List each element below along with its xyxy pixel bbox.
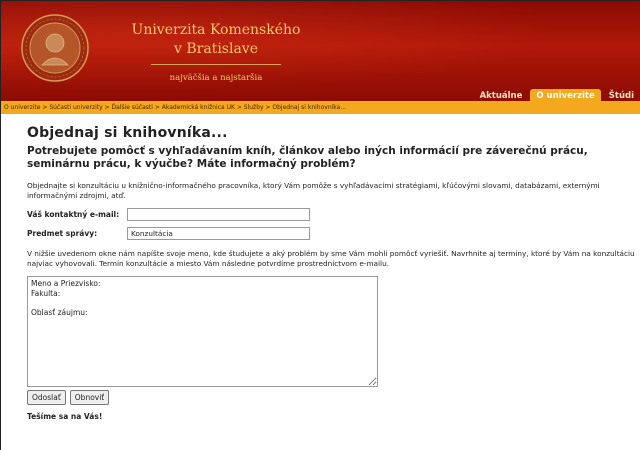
main-nav-tabs: Aktuálne O univerzite Štúdi [472,89,640,101]
main-content: Objednaj si knihovníka... Potrebujete po… [1,125,640,421]
university-name-line2: v Bratislave [174,41,258,57]
site-header: Univerzita Komenského v Bratislave najvä… [1,1,640,101]
intro-text: Objednajte si konzultáciu u knižnično-in… [27,181,600,200]
university-subtitle: najväčšia a najstaršia [169,73,263,83]
tab-studium[interactable]: Štúdi [603,89,640,101]
tab-aktualne[interactable]: Aktuálne [474,89,529,101]
form-buttons: Odoslať Obnoviť [27,390,640,405]
email-label: Váš kontaktný e-mail: [27,210,120,219]
page-title: Objednaj si knihovníka... [27,125,228,141]
instructions-text: V nižšie uvedenom okne nám napíšte svoje… [27,249,635,268]
email-field[interactable] [127,208,310,221]
university-name-line1: Univerzita Komenského [131,22,301,38]
email-row: Váš kontaktný e-mail: [27,208,640,221]
university-name[interactable]: Univerzita Komenského v Bratislave [131,21,301,59]
reset-button[interactable]: Obnoviť [69,390,110,405]
message-textarea[interactable]: Meno a Priezvisko: Fakulta: Oblasť záujm… [27,276,378,387]
browser-page: Univerzita Komenského v Bratislave najvä… [0,0,640,450]
subject-field[interactable] [127,227,310,240]
tab-o-univerzite[interactable]: O univerzite [530,89,601,101]
lead-question: Potrebujete pomôcť s vyhľadávaním kníh, … [27,145,588,170]
title-divider [151,64,281,65]
send-button[interactable]: Odoslať [27,390,66,405]
breadcrumb[interactable]: O univerzite > Súčasti univerzity > Ďalš… [1,101,640,114]
university-seal-icon[interactable] [20,13,90,83]
subject-row: Predmet správy: [27,227,640,240]
closing-text: Tešíme sa na Vás! [27,412,103,421]
subject-label: Predmet správy: [27,229,98,238]
